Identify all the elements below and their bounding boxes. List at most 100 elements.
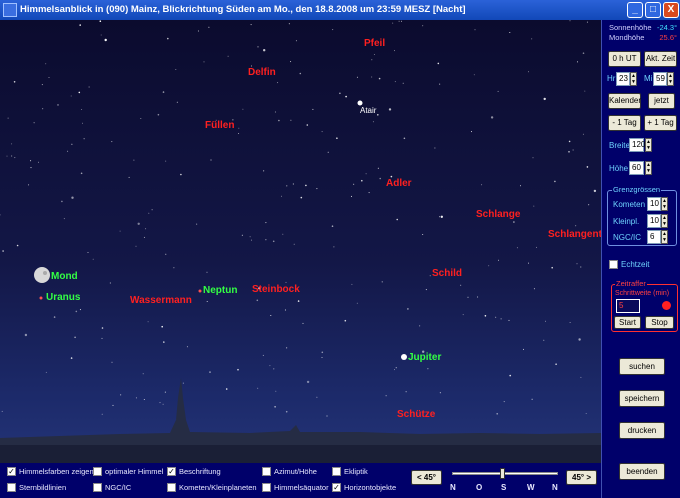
stop-button[interactable]: Stop bbox=[645, 316, 674, 329]
background-star bbox=[273, 368, 275, 370]
echtzeit-box[interactable] bbox=[609, 260, 618, 269]
cb-optimaler-himmel[interactable]: optimaler Himmel bbox=[93, 466, 163, 478]
sky-view[interactable]: Pfeil Delfin Füllen Adler Schlange Schla… bbox=[0, 20, 601, 463]
rotate-left-button[interactable]: < 45° bbox=[411, 470, 442, 485]
compass-o: O bbox=[476, 483, 483, 492]
background-star bbox=[295, 40, 297, 42]
cb-ngcic[interactable]: NGC/IC bbox=[93, 482, 143, 494]
background-star bbox=[575, 225, 577, 227]
background-star bbox=[101, 337, 103, 339]
cb-beschriftung-box[interactable]: ✓ bbox=[167, 467, 176, 476]
zero-hour-ut-button[interactable]: 0 h UT bbox=[608, 51, 641, 67]
maximize-button[interactable]: □ bbox=[645, 2, 661, 18]
exit-button[interactable]: beenden bbox=[619, 463, 665, 480]
cb-himmelsaequator-box[interactable] bbox=[262, 483, 271, 492]
direction-slider-thumb[interactable] bbox=[500, 468, 505, 479]
background-star bbox=[278, 119, 280, 122]
cb-beschriftung[interactable]: ✓ Beschriftung bbox=[167, 466, 227, 478]
background-star bbox=[159, 402, 161, 404]
hoehe-spinner[interactable]: ▲ ▼ bbox=[645, 161, 652, 175]
background-star bbox=[290, 119, 292, 121]
background-star bbox=[394, 369, 395, 371]
background-star bbox=[437, 62, 440, 65]
cb-himmelsfarben[interactable]: ✓ Himmelsfarben zeigen bbox=[7, 466, 94, 478]
cb-sternbildlinien-box[interactable] bbox=[7, 483, 16, 492]
background-star bbox=[151, 209, 153, 211]
background-star bbox=[290, 61, 292, 63]
kleinpl-field[interactable]: 10 bbox=[647, 214, 661, 228]
background-star bbox=[528, 71, 529, 73]
recording-indicator-icon bbox=[662, 301, 671, 310]
background-star bbox=[578, 338, 581, 341]
background-star bbox=[173, 267, 175, 269]
cb-kometen-kleinplaneten-label: Kometen/Kleinplaneten bbox=[179, 483, 257, 492]
background-star bbox=[99, 20, 102, 22]
kometen-spinner[interactable]: ▲ ▼ bbox=[661, 197, 668, 211]
calendar-button[interactable]: Kalender bbox=[608, 93, 641, 109]
background-star bbox=[1, 410, 3, 412]
cb-ekliptik-box[interactable] bbox=[332, 467, 341, 476]
title-bar[interactable]: Himmelsanblick in (090) Mainz, Blickrich… bbox=[0, 0, 680, 20]
background-star bbox=[33, 122, 35, 124]
background-star bbox=[275, 390, 277, 392]
breite-field[interactable]: 120 bbox=[629, 138, 645, 152]
save-button[interactable]: speichern bbox=[619, 390, 665, 407]
minus-day-button[interactable]: - 1 Tag bbox=[608, 115, 641, 131]
hour-field[interactable]: 23 bbox=[616, 72, 630, 86]
cb-kometen-kleinplaneten-box[interactable] bbox=[167, 483, 176, 492]
kleinpl-spinner[interactable]: ▲ ▼ bbox=[661, 214, 668, 228]
kometen-field[interactable]: 10 bbox=[647, 197, 661, 211]
background-star bbox=[176, 101, 178, 103]
cb-optimaler-himmel-box[interactable] bbox=[93, 467, 102, 476]
background-star bbox=[209, 371, 211, 373]
background-star bbox=[87, 252, 89, 253]
cb-horizontobjekte-box[interactable]: ✓ bbox=[332, 483, 341, 492]
background-star bbox=[477, 296, 479, 298]
background-star bbox=[439, 83, 441, 85]
background-star bbox=[306, 380, 310, 384]
ngcic-spinner[interactable]: ▲ ▼ bbox=[661, 230, 668, 244]
plus-day-button[interactable]: + 1 Tag bbox=[644, 115, 677, 131]
cb-kometen-kleinplaneten[interactable]: Kometen/Kleinplaneten bbox=[167, 482, 257, 494]
direction-slider-track[interactable] bbox=[452, 472, 558, 475]
breite-spinner[interactable]: ▲ ▼ bbox=[645, 138, 652, 152]
background-star bbox=[286, 185, 288, 187]
app-icon bbox=[3, 3, 17, 17]
background-star bbox=[496, 413, 499, 415]
echtzeit-checkbox[interactable]: Echtzeit bbox=[609, 259, 669, 271]
cb-ngcic-box[interactable] bbox=[93, 483, 102, 492]
print-button[interactable]: drucken bbox=[619, 422, 665, 439]
background-star bbox=[157, 113, 160, 116]
background-star bbox=[16, 244, 19, 247]
background-star bbox=[333, 246, 335, 248]
cb-azimut-hoehe-box[interactable] bbox=[262, 467, 271, 476]
now-button[interactable]: jetzt bbox=[648, 93, 675, 109]
schrittweite-field[interactable]: 5 bbox=[616, 299, 640, 313]
background-star bbox=[75, 310, 78, 313]
cb-sternbildlinien[interactable]: Sternbildlinien bbox=[7, 482, 87, 494]
search-button[interactable]: suchen bbox=[619, 358, 665, 375]
rotate-right-button[interactable]: 45° > bbox=[566, 470, 597, 485]
background-star bbox=[394, 81, 396, 83]
minimize-button[interactable]: _ bbox=[627, 2, 643, 18]
current-time-button[interactable]: Akt. Zeit bbox=[644, 51, 677, 67]
background-star bbox=[164, 391, 166, 393]
ngcic-field[interactable]: 6 bbox=[647, 230, 661, 244]
background-star bbox=[467, 296, 469, 298]
cb-himmelsfarben-box[interactable]: ✓ bbox=[7, 467, 16, 476]
start-button[interactable]: Start bbox=[614, 316, 641, 329]
background-star bbox=[277, 82, 279, 84]
background-star bbox=[490, 116, 494, 119]
cb-himmelsaequator[interactable]: Himmelsäquator bbox=[262, 482, 329, 494]
cb-ngcic-label: NGC/IC bbox=[105, 483, 132, 492]
close-button[interactable]: X bbox=[663, 2, 679, 18]
minute-field[interactable]: 59 bbox=[653, 72, 667, 86]
cb-horizontobjekte[interactable]: ✓ Horizontobjekte bbox=[332, 482, 402, 494]
cb-azimut-hoehe[interactable]: Azimut/Höhe bbox=[262, 466, 322, 478]
minute-spinner[interactable]: ▲ ▼ bbox=[667, 72, 674, 86]
cb-ekliptik[interactable]: Ekliptik bbox=[332, 466, 382, 478]
background-star bbox=[586, 21, 588, 23]
hoehe-field[interactable]: 60 bbox=[629, 161, 644, 175]
background-star bbox=[208, 26, 210, 28]
hour-spinner[interactable]: ▲ ▼ bbox=[630, 72, 637, 86]
